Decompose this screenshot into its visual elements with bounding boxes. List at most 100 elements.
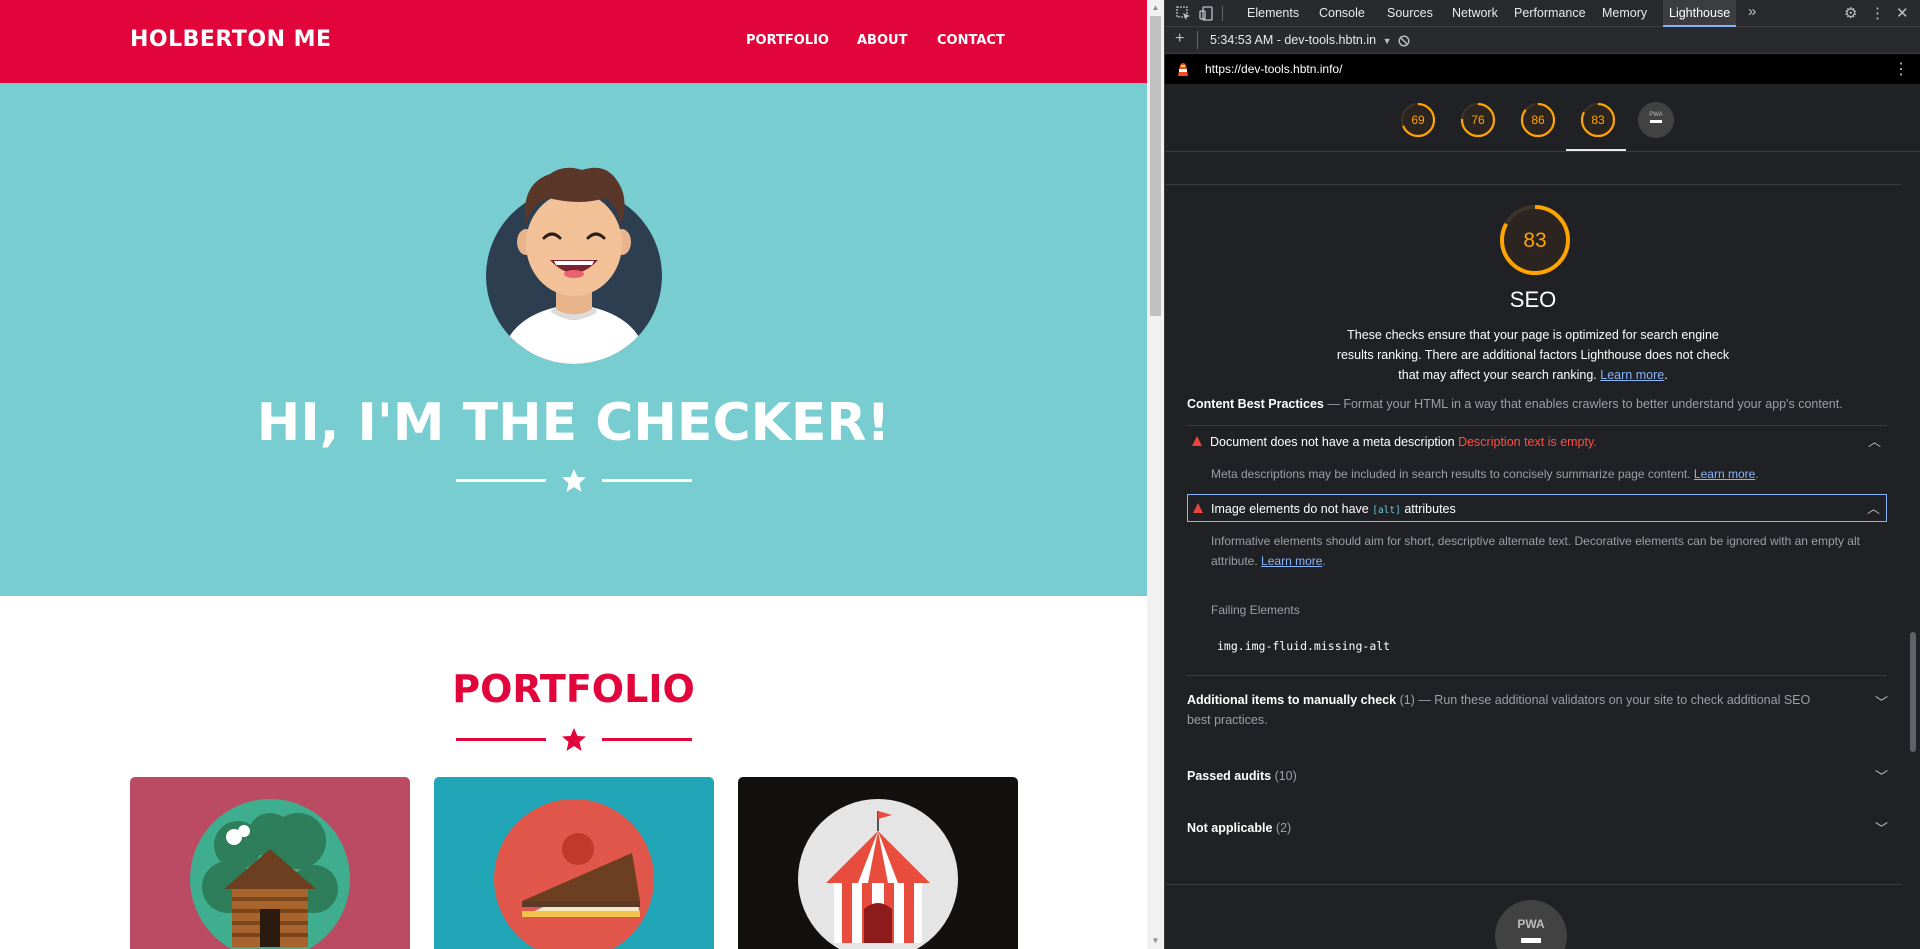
- not-applicable-title: Not applicable: [1187, 821, 1273, 835]
- score-gauge-best-practices[interactable]: 86: [1519, 101, 1557, 139]
- audit-title-text: Document does not have a meta descriptio…: [1210, 435, 1455, 449]
- report-selector-label: 5:34:53 AM - dev-tools.hbtn.in: [1210, 33, 1377, 47]
- tab-elements[interactable]: Elements: [1241, 0, 1305, 27]
- seo-description: These checks ensure that your page is op…: [1336, 328, 1730, 382]
- toolbar-separator: [1197, 31, 1198, 49]
- devtools-scrollbar-thumb[interactable]: [1910, 632, 1916, 752]
- seo-learn-more-link[interactable]: Learn more: [1600, 368, 1664, 382]
- chevron-down-icon[interactable]: ﹀: [1875, 692, 1888, 711]
- hero-star-divider: [456, 469, 692, 492]
- avatar-image: [486, 167, 662, 364]
- section-title: Content Best Practices: [1187, 397, 1324, 411]
- report-url-bar: https://dev-tools.hbtn.info/ ⋮: [1165, 54, 1920, 84]
- pwa-dash-icon: [1650, 120, 1662, 123]
- manual-count: (1): [1399, 693, 1415, 707]
- audit-meta-description-details: Meta descriptions may be included in sea…: [1211, 467, 1759, 481]
- active-score-indicator: [1566, 149, 1626, 151]
- pwa-dash-icon: [1521, 938, 1541, 943]
- report-divider: [1165, 184, 1901, 185]
- hero-section: HI, I'M THE CHECKER!: [0, 83, 1147, 596]
- portfolio-card-cake[interactable]: [434, 777, 714, 949]
- tab-sources[interactable]: Sources: [1381, 0, 1439, 27]
- website-scrollbar[interactable]: ▲ ▼: [1147, 0, 1164, 949]
- report-menu-icon[interactable]: ⋮: [1893, 59, 1909, 79]
- chevron-down-icon[interactable]: ﹀: [1875, 818, 1888, 837]
- clear-reports-icon[interactable]: [1398, 35, 1410, 47]
- kebab-menu-icon[interactable]: ⋮: [1870, 4, 1885, 22]
- seo-category-title: SEO: [1509, 287, 1557, 312]
- chevron-up-icon[interactable]: ︿: [1868, 428, 1881, 456]
- device-toolbar-icon[interactable]: [1198, 5, 1215, 22]
- failing-elements-label: Failing Elements: [1211, 603, 1300, 617]
- tabbar-separator: [1222, 6, 1223, 21]
- seo-score-value: 83: [1523, 229, 1546, 252]
- scroll-up-arrow[interactable]: ▲: [1147, 0, 1164, 16]
- cake-icon: [494, 799, 654, 949]
- tab-network[interactable]: Network: [1446, 0, 1504, 27]
- passed-count: (10): [1274, 769, 1297, 783]
- new-report-plus-icon[interactable]: +: [1175, 30, 1184, 48]
- audit-image-alt[interactable]: Image elements do not have [alt] attribu…: [1187, 494, 1887, 522]
- portfolio-card-circus[interactable]: [738, 777, 1018, 949]
- score-gauge-performance[interactable]: 69: [1399, 101, 1437, 139]
- devtools-scrollbar[interactable]: [1906, 152, 1920, 949]
- scrollbar-thumb[interactable]: [1150, 16, 1161, 316]
- pwa-label: PWA: [1649, 112, 1662, 118]
- score-gauge-pwa[interactable]: PWA: [1637, 101, 1675, 139]
- portfolio-card-cabin[interactable]: [130, 777, 410, 949]
- not-applicable-group[interactable]: Not applicable (2): [1187, 818, 1887, 838]
- report-divider: [1165, 884, 1901, 885]
- circus-tent-icon: [798, 799, 958, 949]
- devtools-panel: Elements Console Sources Network Perform…: [1165, 0, 1920, 949]
- tab-lighthouse[interactable]: Lighthouse: [1663, 0, 1737, 27]
- content-best-practices-header: Content Best Practices — Format your HTM…: [1187, 394, 1887, 414]
- lighthouse-toolbar: + 5:34:53 AM - dev-tools.hbtn.in ▼: [1165, 27, 1920, 54]
- inspect-element-icon[interactable]: [1175, 5, 1192, 22]
- seo-score-gauge: 83: [1500, 205, 1570, 275]
- score-value: 83: [1591, 113, 1605, 127]
- tab-console[interactable]: Console: [1313, 0, 1371, 27]
- report-selector[interactable]: 5:34:53 AM - dev-tools.hbtn.in ▼: [1210, 33, 1391, 47]
- more-tabs-icon[interactable]: »: [1748, 3, 1756, 20]
- failing-element-selector[interactable]: img.img-fluid.missing-alt: [1217, 636, 1877, 656]
- portfolio-star-divider: [456, 728, 692, 751]
- website-viewport: HOLBERTON ME PORTFOLIO ABOUT CONTACT HI,…: [0, 0, 1147, 949]
- not-applicable-count: (2): [1275, 821, 1292, 835]
- meta-learn-more-link[interactable]: Learn more: [1694, 467, 1755, 481]
- cabin-icon: [190, 799, 350, 949]
- audit-title: Image elements do not have [alt] attribu…: [1211, 495, 1456, 525]
- chevron-down-icon[interactable]: ﹀: [1875, 766, 1888, 785]
- lighthouse-report: 83 SEO These checks ensure that your pag…: [1165, 152, 1901, 949]
- dropdown-arrow-icon: ▼: [1382, 36, 1392, 46]
- settings-gear-icon[interactable]: ⚙: [1844, 4, 1857, 22]
- report-url[interactable]: https://dev-tools.hbtn.info/: [1205, 62, 1342, 76]
- score-gauges-bar: 69 76 86 83 PWA: [1165, 84, 1920, 152]
- screen: HOLBERTON ME PORTFOLIO ABOUT CONTACT HI,…: [0, 0, 1920, 949]
- audit-title-pre: Image elements do not have: [1211, 502, 1369, 516]
- passed-audits-group[interactable]: Passed audits (10): [1187, 766, 1887, 786]
- pwa-badge-label: PWA: [1517, 917, 1545, 931]
- score-gauge-accessibility[interactable]: 76: [1459, 101, 1497, 139]
- audit-error-text: Description text is empty.: [1458, 435, 1597, 449]
- manual-checks-group[interactable]: Additional items to manually check (1) —…: [1187, 690, 1827, 730]
- chevron-up-icon[interactable]: ︿: [1867, 495, 1880, 523]
- star-icon: [562, 728, 586, 751]
- tab-performance[interactable]: Performance: [1508, 0, 1592, 27]
- star-icon: [562, 469, 586, 492]
- tab-memory[interactable]: Memory: [1596, 0, 1653, 27]
- section-rule: [1187, 675, 1887, 676]
- fail-warning-icon: [1193, 503, 1203, 513]
- score-gauge-seo[interactable]: 83: [1579, 101, 1617, 139]
- portfolio-heading: PORTFOLIO: [452, 667, 695, 711]
- pwa-category-badge: PWA: [1495, 900, 1567, 949]
- nav-link-contact[interactable]: CONTACT: [937, 33, 1005, 48]
- brand-logo[interactable]: HOLBERTON ME: [130, 27, 332, 52]
- scroll-down-arrow[interactable]: ▼: [1147, 933, 1164, 949]
- score-value: 76: [1471, 113, 1485, 127]
- alt-learn-more-link[interactable]: Learn more: [1261, 554, 1322, 568]
- nav-link-portfolio[interactable]: PORTFOLIO: [746, 33, 829, 48]
- nav-link-about[interactable]: ABOUT: [857, 33, 907, 48]
- close-devtools-icon[interactable]: ✕: [1896, 4, 1909, 22]
- lighthouse-logo-icon: [1178, 63, 1188, 76]
- audit-meta-description[interactable]: Document does not have a meta descriptio…: [1187, 428, 1887, 456]
